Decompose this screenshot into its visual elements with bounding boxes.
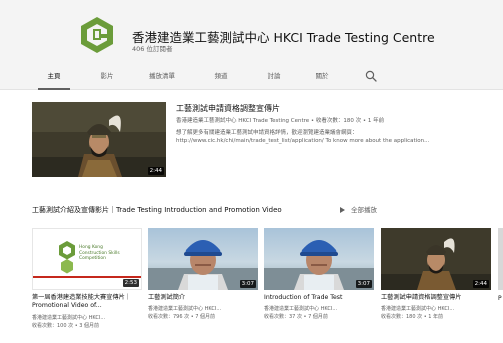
video-title-partial[interactable]: P [498,295,502,302]
video-card[interactable]: Hong Kong Construction Skills Competitio… [32,228,142,343]
video-meta: 收看次數：37 次 • 7 個月前 [264,314,328,320]
video-card[interactable]: 2:44 工藝測試申請資格調整宣傳片 香港建造業工藝測試中心 HKCI... 收… [381,228,491,343]
featured-duration: 2:44 [147,167,164,175]
video-title[interactable]: 工藝測試申請資格調整宣傳片 [381,294,491,302]
channel-tabs: 主頁 影片 播放清單 頻道 討論 關於 [0,62,503,90]
featured-video-description-link[interactable]: http://www.cic.hk/chi/main/trade_test_li… [176,138,429,144]
warrior-figure-illustration [32,102,166,177]
channel-header: 香港建造業工藝測試中心 HKCI Trade Testing Centre 40… [0,0,503,62]
play-icon [340,207,345,213]
video-channel[interactable]: 香港建造業工藝測試中心 HKCI... [148,305,221,312]
video-title[interactable]: 第一屆香港建造業技能大賽宣傳片｜Promotional Video of... [32,294,142,310]
search-icon[interactable] [365,70,377,82]
featured-video-title[interactable]: 工藝測試申請資格調整宣傳片 [176,103,280,114]
video-duration: 2:44 [472,280,489,288]
tab-playlists[interactable]: 播放清單 [142,62,182,90]
competition-logo-text: Hong Kong Construction Skills Competitio… [79,245,120,261]
shelf-title[interactable]: 工藝測試介紹及宣傳影片｜Trade Testing Introduction a… [32,205,282,215]
play-all-label: 全部播放 [351,206,377,214]
featured-video-thumbnail[interactable]: 2:44 [32,102,166,177]
video-card[interactable]: 3:07 工藝測試簡介 香港建造業工藝測試中心 HKCI... 收看次數：796… [148,228,258,343]
featured-video-description: 想了解更多有關建造業工藝測試申請資格詳情，歡迎瀏覽建造業議會網頁： [176,130,358,136]
subscriber-count: 406 位訂閱者 [132,45,173,53]
video-channel[interactable]: 香港建造業工藝測試中心 HKCI... [264,305,337,312]
tab-channels[interactable]: 頻道 [207,62,235,90]
tab-discussion[interactable]: 討論 [260,62,288,90]
video-thumbnail[interactable]: 2:44 [381,228,491,290]
tab-videos[interactable]: 影片 [93,62,121,90]
play-all-button[interactable]: 全部播放 [340,204,377,214]
channel-logo-icon[interactable] [80,16,114,54]
video-duration: 3:07 [355,280,372,288]
tab-about[interactable]: 關於 [308,62,336,90]
video-meta: 收看次數：180 次 • 1 年前 [381,314,444,320]
video-meta: 收看次數：100 次 • 3 個月前 [32,323,100,329]
video-duration: 3:07 [239,280,256,288]
video-meta: 收看次數：796 次 • 7 個月前 [148,314,216,320]
video-thumbnail[interactable]: 3:07 [148,228,258,290]
video-channel[interactable]: 香港建造業工藝測試中心 HKCI... [381,305,454,312]
video-title[interactable]: 工藝測試簡介 [148,294,258,302]
video-thumbnail-partial[interactable] [498,228,503,290]
video-thumbnail[interactable]: Hong Kong Construction Skills Competitio… [32,228,142,290]
video-duration: 2:53 [122,279,139,287]
channel-title: 香港建造業工藝測試中心 HKCI Trade Testing Centre [132,30,435,45]
promo-red-bar [33,276,141,278]
video-channel[interactable]: 香港建造業工藝測試中心 HKCI... [32,314,105,321]
tab-home[interactable]: 主頁 [38,62,70,90]
video-thumbnail[interactable]: 3:07 [264,228,374,290]
video-title[interactable]: Introduction of Trade Test [264,294,374,302]
featured-video-meta: 香港建造業工藝測試中心 HKCI Trade Testing Centre • … [176,118,385,124]
video-card[interactable]: 3:07 Introduction of Trade Test 香港建造業工藝測… [264,228,374,343]
